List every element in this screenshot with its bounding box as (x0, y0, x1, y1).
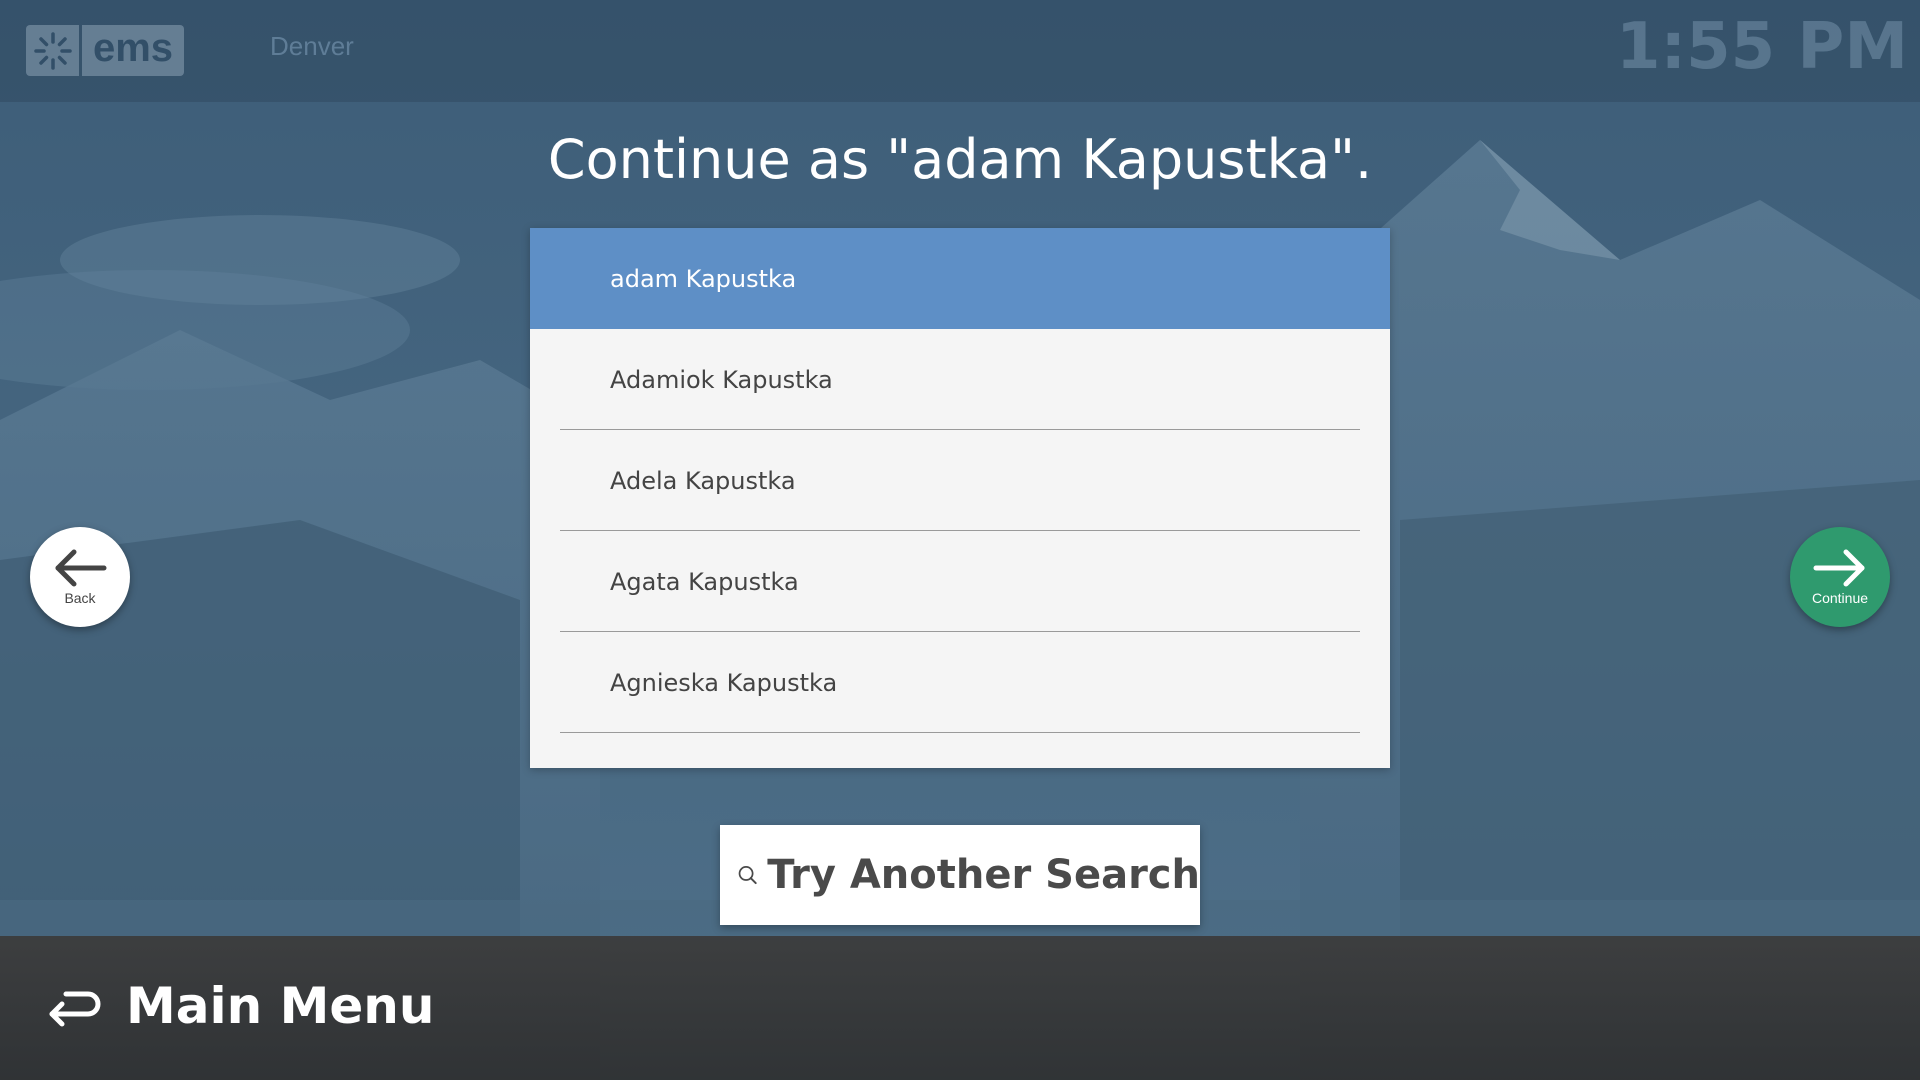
list-item[interactable]: Agnieska Kapustka (530, 632, 1390, 733)
clock: 1:55 PM (1615, 10, 1908, 84)
search-icon (738, 866, 757, 885)
footer-bar: Main Menu (0, 936, 1920, 1080)
main-menu-button[interactable]: Main Menu (44, 976, 435, 1036)
list-item[interactable]: adam Kapustka (530, 228, 1390, 329)
location-label: Denver (270, 31, 354, 61)
list-item[interactable]: Adamiok Kapustka (530, 329, 1390, 430)
ems-logo-icon (26, 25, 79, 76)
page-title: Continue as "adam Kapustka". (547, 128, 1373, 191)
back-button[interactable]: Back (30, 527, 130, 627)
list-item[interactable]: Adela Kapustka (530, 430, 1390, 531)
arrow-left-icon (55, 549, 107, 587)
search-button-label: Try Another Search (767, 852, 1200, 898)
divider (560, 732, 1360, 733)
list-item-name: adam Kapustka (610, 264, 797, 293)
list-item-name: Adela Kapustka (610, 466, 796, 495)
list-item-name: Adamiok Kapustka (610, 365, 833, 394)
list-item[interactable]: Agata Kapustka (530, 531, 1390, 632)
list-item-name: Agnieska Kapustka (610, 668, 838, 697)
list-item-name: Agata Kapustka (610, 567, 799, 596)
arrow-right-icon (1813, 549, 1865, 587)
continue-button-label: Continue (1811, 590, 1869, 606)
try-another-search-button[interactable]: Try Another Search (720, 825, 1200, 925)
back-button-label: Back (64, 590, 96, 606)
results-list: adam Kapustka Adamiok Kapustka Adela Kap… (530, 228, 1390, 768)
ems-logo: ems (26, 25, 186, 76)
return-icon (49, 991, 101, 1027)
main-menu-label: Main Menu (126, 977, 435, 1035)
kiosk-screen: ems Denver 1:55 PM Continue as "adam Kap… (0, 0, 1920, 1080)
continue-button[interactable]: Continue (1790, 527, 1890, 627)
header-bar: ems Denver 1:55 PM (0, 0, 1920, 102)
ems-logo-text: ems (82, 25, 184, 76)
